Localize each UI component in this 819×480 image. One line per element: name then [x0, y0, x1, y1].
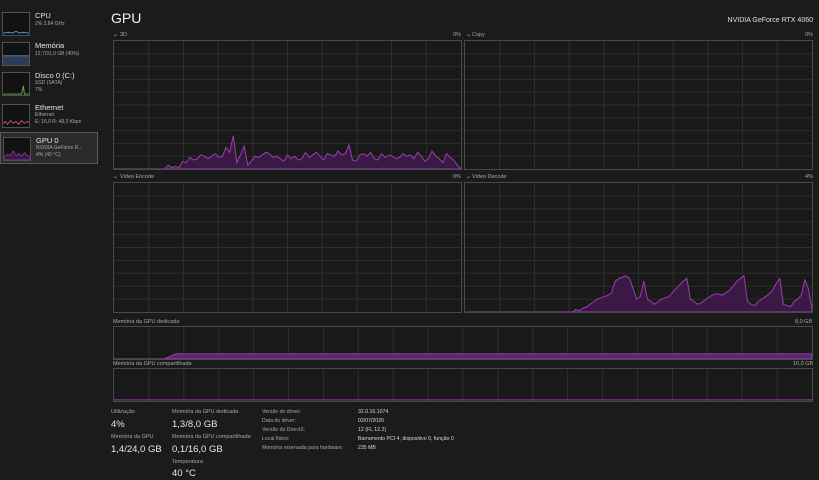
- sidebar-item-label: GPU 0: [36, 136, 59, 145]
- shared-memory-graph: [113, 368, 813, 402]
- sidebar-item-detail: 12,7/31,9 GB (40%): [35, 51, 80, 57]
- sidebar: CPU 2% 3,84 GHz Memória 12,7/31,9 GB (40…: [0, 0, 100, 480]
- info-label: Data do driver:: [262, 418, 297, 424]
- engine-graph-3d: [113, 40, 462, 170]
- sidebar-item-ethernet[interactable]: Ethernet Ethernet E: 16,0 R: 48,0 Kbps: [0, 100, 98, 132]
- info-label: Local físico:: [262, 436, 290, 442]
- memory-thumbnail: [2, 42, 30, 66]
- device-name: NVIDIA GeForce RTX 4060: [727, 17, 813, 24]
- sidebar-item-label: Memória: [35, 41, 65, 50]
- chevron-down-icon[interactable]: ⌄: [113, 173, 118, 180]
- disk-thumbnail: [2, 72, 30, 96]
- chevron-down-icon[interactable]: ⌄: [466, 173, 471, 180]
- sidebar-item-detail: 2% 3,84 GHz: [35, 21, 65, 27]
- dedicated-memory-stat-value: 1,3/8,0 GB: [172, 419, 218, 430]
- sidebar-item-memory[interactable]: Memória 12,7/31,9 GB (40%): [0, 38, 98, 70]
- ethernet-thumbnail: [2, 104, 30, 128]
- engine-value-video-decode: 4%: [805, 174, 813, 180]
- utilization-value: 4%: [111, 419, 125, 430]
- cpu-thumbnail: [2, 12, 30, 36]
- chevron-down-icon[interactable]: ⌄: [113, 31, 118, 38]
- gpu-memory-value: 1,4/24,0 GB: [111, 444, 162, 455]
- sidebar-item-label: CPU: [35, 11, 51, 20]
- info-value: 02/07/2026: [358, 418, 384, 424]
- info-value: 32.0.16.1074: [358, 409, 389, 415]
- info-value: Barramento PCI 4, dispositivo 0, função …: [358, 436, 454, 442]
- info-label: Versão do DirectX:: [262, 427, 306, 433]
- sidebar-item-detail: Ethernet: [35, 112, 54, 118]
- dedicated-memory-stat-label: Memória da GPU dedicada: [172, 409, 239, 415]
- info-label: Memória reservada para hardware:: [262, 445, 344, 451]
- sidebar-item-label: Ethernet: [35, 103, 64, 112]
- shared-memory-max: 16,0 GB: [793, 361, 814, 367]
- shared-memory-stat-value: 0,1/16,0 GB: [172, 444, 223, 455]
- engine-value-copy: 0%: [805, 32, 813, 38]
- gpu-thumbnail: [3, 137, 31, 161]
- chevron-down-icon[interactable]: ⌄: [466, 31, 471, 38]
- dedicated-memory-max: 8,0 GB: [795, 319, 813, 325]
- sidebar-item-gpu[interactable]: GPU 0 NVIDIA GeForce R... 4% (40 °C): [0, 132, 98, 164]
- engine-label-copy: Copy: [472, 32, 485, 38]
- engine-graph-video-decode: [464, 182, 813, 313]
- engine-value-3d: 0%: [453, 32, 461, 38]
- gpu-memory-label: Memória da GPU: [111, 434, 154, 440]
- info-label: Versão do driver:: [262, 409, 302, 415]
- engine-value-video-encode: 0%: [453, 174, 461, 180]
- sidebar-item-cpu[interactable]: CPU 2% 3,84 GHz: [0, 8, 98, 40]
- sidebar-item-disk[interactable]: Disco 0 (C:) SSD (SATA) 7%: [0, 68, 98, 100]
- dedicated-memory-label: Memória da GPU dedicada: [113, 319, 180, 325]
- sidebar-item-detail: SSD (SATA): [35, 80, 63, 86]
- engine-graph-video-encode: [113, 182, 462, 313]
- sidebar-item-label: Disco 0 (C:): [35, 71, 75, 80]
- engine-label-video-decode: Video Decode: [472, 174, 507, 180]
- info-value: 12 (FL 12.2): [358, 427, 387, 433]
- engine-label-3d: 3D: [120, 32, 128, 38]
- engine-graph-copy: [464, 40, 813, 170]
- temperature-label: Temperatura: [172, 459, 203, 465]
- shared-memory-stat-label: Memória da GPU compartilhada: [172, 434, 251, 440]
- shared-memory-label: Memória da GPU compartilhada: [113, 361, 192, 367]
- dedicated-memory-graph: [113, 326, 813, 360]
- usage-area: [114, 353, 812, 359]
- sidebar-item-detail: NVIDIA GeForce R...: [36, 145, 83, 151]
- sidebar-item-detail: E: 16,0 R: 48,0 Kbps: [35, 119, 82, 125]
- temperature-value: 40 °C: [172, 468, 196, 479]
- utilization-label: Utilização: [111, 409, 135, 415]
- engine-label-video-encode: Video Encode: [120, 174, 155, 180]
- info-value: 235 MB: [358, 445, 376, 451]
- sidebar-item-detail: 4% (40 °C): [36, 152, 61, 158]
- page-title: GPU: [111, 10, 142, 26]
- sidebar-item-detail: 7%: [35, 87, 43, 93]
